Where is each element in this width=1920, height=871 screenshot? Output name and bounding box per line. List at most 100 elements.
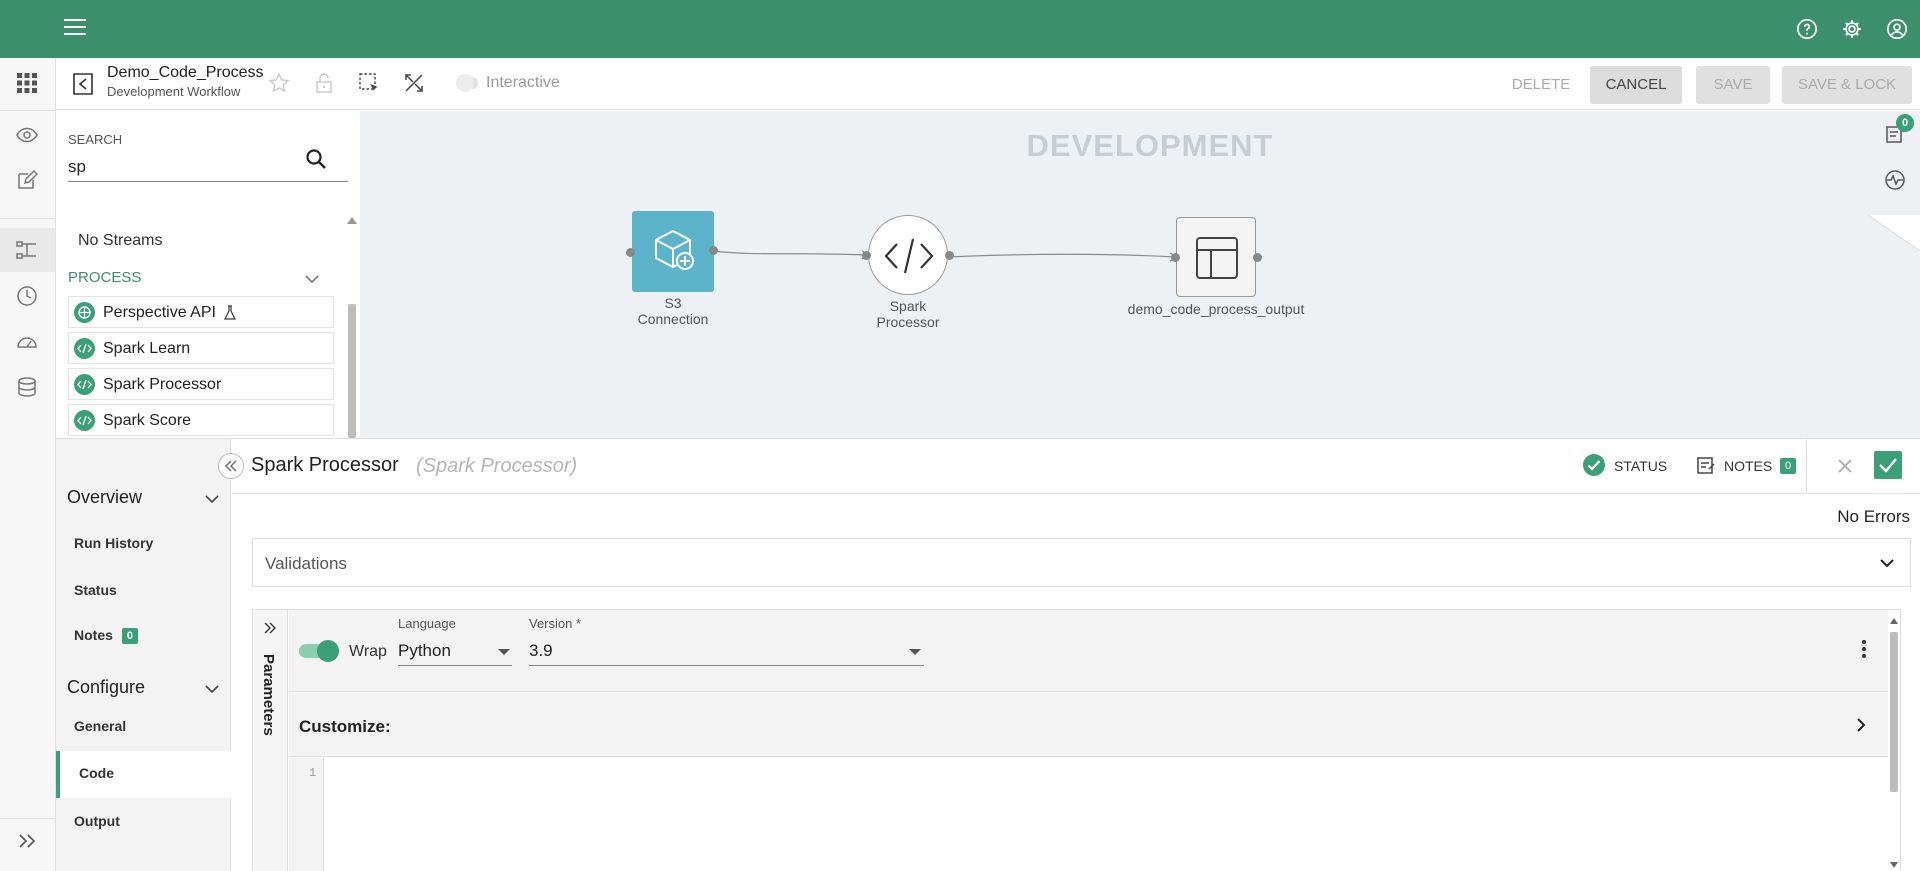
workflow-subtitle: Development Workflow [107,84,241,99]
account-icon[interactable] [1886,18,1908,40]
wrap-label: Wrap [349,643,387,660]
nav-section-configure[interactable]: Configure [67,677,145,698]
notes-label[interactable]: NOTES [1724,458,1772,474]
node-input-port[interactable] [626,248,635,257]
checkmark-icon [1879,458,1897,473]
search-icon[interactable] [304,147,328,171]
eye-icon[interactable] [16,124,38,146]
node-label: S3 Connection [637,295,709,327]
cancel-button[interactable]: CANCEL [1590,66,1682,104]
dropdown-arrow-icon [498,649,510,655]
double-chevron-right-icon[interactable] [263,621,277,635]
node-s3-connection[interactable] [632,211,714,292]
version-select[interactable]: 3.9 [529,636,924,666]
delete-button[interactable]: DELETE [1496,66,1586,104]
nav-item-status[interactable]: Status [74,582,117,598]
palette-item-spark-processor[interactable]: Spark Processor [68,368,334,400]
palette-item-label: Spark Processor [103,376,222,393]
notes-count-badge: 0 [1780,458,1797,474]
workflow-icon[interactable] [16,239,38,261]
customize-section[interactable]: Customize: [289,693,1888,757]
parameters-label: Parameters [260,654,277,736]
save-and-lock-button[interactable]: SAVE & LOCK [1782,66,1912,104]
workflow-canvas[interactable]: DEVELOPMENT S3 Connection Spark Processo… [360,111,1920,438]
nav-item-notes[interactable]: Notes 0 [74,627,139,645]
parameters-rail[interactable]: Parameters [253,610,288,871]
validation-summary: No Errors [1837,507,1910,526]
chevron-down-icon[interactable] [204,683,220,695]
palette-item-perspective-api[interactable]: Perspective API [68,296,334,328]
connector-line [711,250,869,256]
nav-section-overview[interactable]: Overview [67,487,142,508]
panel-subtitle: (Spark Processor) [416,455,578,477]
palette-item-spark-score[interactable]: Spark Score [68,404,334,436]
star-icon[interactable] [268,72,290,94]
table-layout-icon [1196,237,1238,279]
chevron-right-icon [1857,718,1866,732]
status-check-icon[interactable] [1582,453,1606,477]
nav-item-general[interactable]: General [74,718,126,734]
select-area-icon[interactable] [358,72,380,94]
unlock-icon[interactable] [313,72,335,94]
notes-count-badge: 0 [121,628,139,645]
line-number-gutter: 1 [289,758,324,871]
code-text-area[interactable] [325,758,1888,871]
node-output-port[interactable] [709,246,718,255]
node-properties-panel: Overview Run History Status Notes 0 Confi… [56,438,1920,871]
palette-scrollbar[interactable] [348,304,356,438]
rail-divider [0,110,55,111]
node-input-port[interactable] [1171,253,1180,262]
edit-icon[interactable] [16,169,38,191]
activity-pulse-icon[interactable] [1884,169,1906,191]
workflow-toolbar: Demo_Code_Process Development Workflow I… [56,58,1920,110]
scroll-down-arrow[interactable] [1889,860,1899,870]
history-clock-icon[interactable] [16,285,38,307]
node-demo-code-process-output[interactable] [1176,217,1256,297]
notifications-badge: 0 [1896,114,1914,132]
validations-accordion[interactable]: Validations [252,538,1911,587]
s3-add-box-icon [655,229,694,270]
workflow-title: Demo_Code_Process [107,64,264,81]
status-label[interactable]: STATUS [1614,458,1667,474]
node-input-port[interactable] [862,251,871,260]
collapse-nav-button[interactable] [218,453,244,479]
nav-item-output[interactable]: Output [74,813,120,829]
wrap-toggle[interactable] [299,640,339,662]
interactive-toggle[interactable] [456,74,478,92]
scroll-up-arrow[interactable] [346,214,358,226]
help-icon[interactable] [1796,18,1818,40]
nav-item-run-history[interactable]: Run History [74,535,153,551]
apps-grid-icon[interactable] [16,72,38,94]
nav-item-code[interactable]: Code [79,765,114,781]
hamburger-menu-icon[interactable] [64,19,86,37]
chevron-down-icon[interactable] [304,272,320,286]
close-icon[interactable] [1836,457,1854,475]
side-panel-fold[interactable] [1868,215,1920,251]
save-button[interactable]: SAVE [1696,66,1770,104]
more-options-icon[interactable] [1861,640,1867,660]
palette-item-spark-learn[interactable]: Spark Learn [68,332,334,364]
database-stack-icon[interactable] [16,376,38,398]
header-divider [1806,439,1807,493]
expand-rail-icon[interactable] [16,830,38,852]
language-select[interactable]: Python [398,636,512,666]
node-spark-processor[interactable] [868,215,948,295]
nav-selected-indicator [56,751,60,798]
connections-layer [711,250,1180,262]
notes-icon[interactable] [1696,455,1716,475]
process-section-heading[interactable]: PROCESS [68,269,141,286]
dashboard-gauge-icon[interactable] [16,331,38,353]
language-label: Language [398,616,456,631]
apply-button[interactable] [1874,451,1902,479]
gear-icon[interactable] [1841,18,1863,40]
editor-scrollbar[interactable] [1890,632,1898,792]
back-to-list-icon[interactable] [72,72,94,96]
node-output-port[interactable] [945,251,954,260]
search-label: SEARCH [68,132,123,147]
language-value: Python [398,641,451,660]
dropdown-arrow-icon [909,649,921,655]
fit-to-screen-icon[interactable] [403,72,425,94]
chevron-down-icon[interactable] [204,493,220,505]
scroll-up-arrow[interactable] [1889,616,1899,626]
node-output-port[interactable] [1253,253,1262,262]
